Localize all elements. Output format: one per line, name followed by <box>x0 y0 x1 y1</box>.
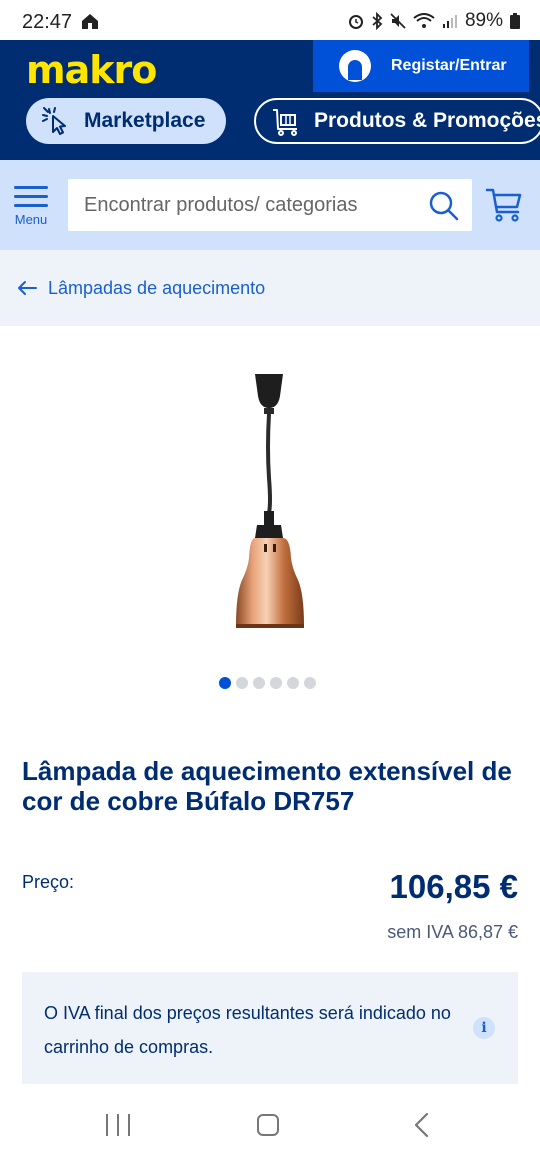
battery-icon <box>510 13 520 29</box>
product-title: Lâmpada de aquecimento extensível de cor… <box>22 756 512 816</box>
login-label: Registar/Entrar <box>391 57 507 74</box>
vat-notice-text: O IVA final dos preços resultantes será … <box>44 1003 451 1057</box>
vat-notice: O IVA final dos preços resultantes será … <box>22 972 518 1084</box>
wifi-icon <box>413 13 435 28</box>
battery-percent: 89% <box>464 10 503 31</box>
menu-button[interactable]: Menu <box>12 186 50 227</box>
carousel-dot[interactable] <box>287 677 299 689</box>
user-icon <box>339 50 371 82</box>
bluetooth-icon <box>372 12 383 30</box>
cursor-click-icon <box>42 107 66 135</box>
arrow-left-icon <box>18 281 37 295</box>
breadcrumb-label: Lâmpadas de aquecimento <box>48 277 266 298</box>
cart-icon[interactable] <box>484 184 524 224</box>
search-box <box>68 179 472 231</box>
hamburger-icon <box>12 186 50 207</box>
marketplace-button[interactable]: Marketplace <box>26 98 226 144</box>
mute-icon <box>390 13 406 29</box>
image-carousel-dots <box>219 677 316 689</box>
shopping-cart-icon <box>273 109 297 136</box>
breadcrumb[interactable]: Lâmpadas de aquecimento <box>0 250 540 326</box>
status-icons: 89% <box>348 10 520 32</box>
menu-label: Menu <box>14 212 48 227</box>
carousel-dot[interactable] <box>236 677 248 689</box>
carousel-dot[interactable] <box>270 677 282 689</box>
status-bar: 22:47 89% <box>0 0 540 40</box>
info-icon[interactable]: i <box>473 1017 495 1039</box>
carousel-dot[interactable] <box>253 677 265 689</box>
site-header: makro Registar/Entrar Marketplace Produt… <box>0 40 540 160</box>
home-button-icon[interactable] <box>257 1114 279 1136</box>
search-input[interactable] <box>84 179 424 231</box>
recents-icon[interactable] <box>106 1114 130 1136</box>
back-icon[interactable] <box>412 1112 432 1138</box>
produtos-label: Produtos & Promoções <box>314 109 540 132</box>
price-label: Preço: <box>22 872 75 892</box>
status-time: 22:47 <box>22 11 73 33</box>
product-image[interactable] <box>200 368 340 638</box>
search-bar: Menu <box>0 160 540 250</box>
system-nav-bar <box>0 1090 540 1158</box>
login-button[interactable]: Registar/Entrar <box>313 40 529 92</box>
alarm-icon <box>348 15 363 29</box>
marketplace-label: Marketplace <box>84 109 206 132</box>
makro-logo[interactable]: makro <box>26 48 157 92</box>
carousel-dot[interactable] <box>304 677 316 689</box>
carousel-dot[interactable] <box>219 677 231 689</box>
produtos-promocoes-button[interactable]: Produtos & Promoções <box>254 98 540 144</box>
signal-icon <box>442 15 457 28</box>
price-value: 106,85 € <box>389 868 518 905</box>
search-icon[interactable] <box>428 190 460 222</box>
price-without-vat: sem IVA 86,87 € <box>387 922 518 942</box>
home-icon <box>82 14 98 29</box>
